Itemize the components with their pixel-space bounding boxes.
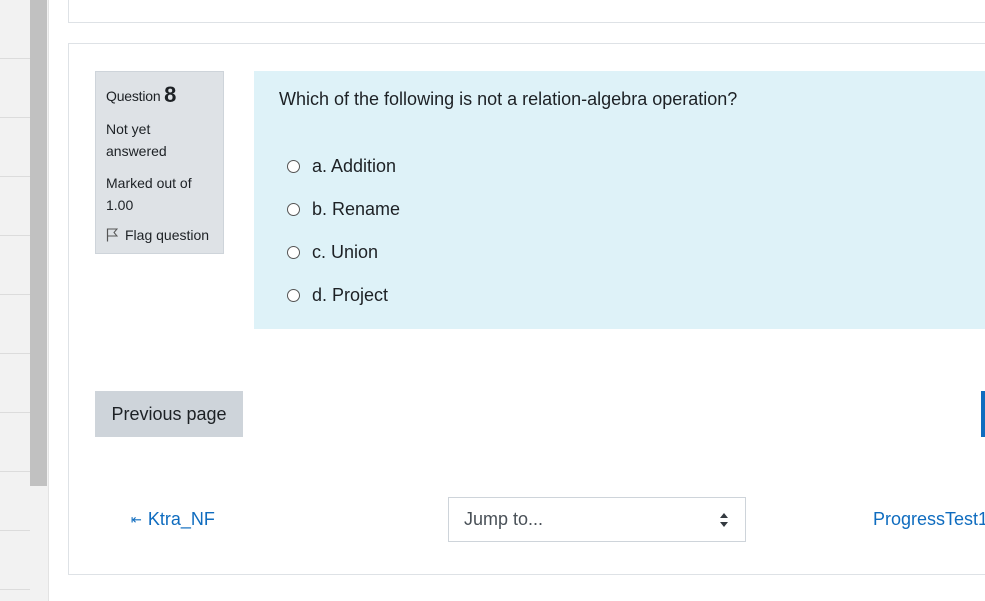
- question-formulation: Which of the following is not a relation…: [254, 71, 985, 329]
- jump-to-select[interactable]: Jump to...: [448, 497, 746, 542]
- question-text: Which of the following is not a relation…: [279, 89, 738, 109]
- radio-button[interactable]: [287, 289, 300, 302]
- previous-activity-link[interactable]: ⇤ Ktra_NF: [131, 509, 215, 530]
- answer-label: d. Project: [312, 285, 389, 305]
- answer-label: c. Union: [312, 242, 379, 262]
- up-down-caret-icon: [720, 513, 728, 527]
- answer-option-d[interactable]: d. Project: [287, 274, 400, 317]
- previous-activity-label: Ktra_NF: [147, 509, 215, 529]
- question-state: Not yet answered: [106, 121, 167, 159]
- answer-label: a. Addition: [312, 156, 397, 176]
- next-page-button[interactable]: [981, 391, 985, 437]
- question-label: Question: [106, 88, 161, 104]
- previous-question-card: [68, 0, 985, 23]
- answer-option-c[interactable]: c. Union: [287, 231, 400, 274]
- drawer-lines: [0, 0, 30, 601]
- question-grade: Marked out of 1.00: [106, 175, 192, 213]
- answer-options: a. Addition b. Rename c. Union d. Projec…: [287, 145, 400, 317]
- question-number: 8: [164, 82, 177, 107]
- scrollbar-thumb[interactable]: [30, 0, 47, 486]
- question-number-heading: Question 8: [106, 82, 213, 108]
- next-activity-link[interactable]: ProgressTest1: [873, 509, 985, 530]
- previous-page-button[interactable]: Previous page: [95, 391, 243, 437]
- flag-question-link[interactable]: Flag question: [106, 227, 213, 243]
- left-arrow-icon: ⇤: [131, 511, 142, 527]
- flag-question-label: Flag question: [125, 227, 210, 243]
- jump-to-placeholder: Jump to...: [464, 509, 544, 529]
- answer-option-b[interactable]: b. Rename: [287, 188, 400, 231]
- left-drawer-strip: [0, 0, 49, 601]
- flag-outline-icon: [106, 228, 119, 242]
- radio-button[interactable]: [287, 160, 300, 173]
- question-info-panel: Question 8 Not yet answered Marked out o…: [95, 71, 224, 254]
- radio-button[interactable]: [287, 246, 300, 259]
- answer-label: b. Rename: [312, 199, 401, 219]
- radio-button[interactable]: [287, 203, 300, 216]
- answer-option-a[interactable]: a. Addition: [287, 145, 400, 188]
- quiz-page: Question 8 Not yet answered Marked out o…: [0, 0, 985, 601]
